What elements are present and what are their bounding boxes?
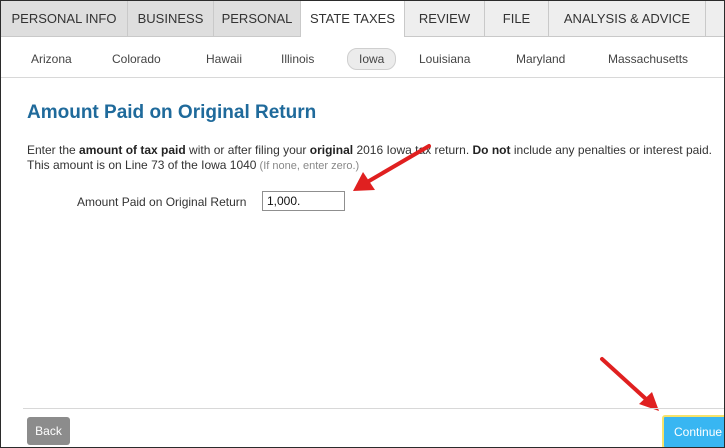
state-tab-illinois[interactable]: Illinois <box>281 49 314 69</box>
intro-hint: (If none, enter zero.) <box>256 160 360 172</box>
state-tab-colorado[interactable]: Colorado <box>112 49 161 69</box>
tab-analysis-advice[interactable]: Analysis & Advice <box>549 1 706 36</box>
intro-text: Enter the amount of tax paid with or aft… <box>27 143 724 174</box>
intro-text-part: with or after filing your <box>185 143 310 157</box>
tab-personal[interactable]: Personal <box>214 1 301 36</box>
amount-paid-label: Amount Paid on Original Return <box>77 195 247 209</box>
state-tab-maryland[interactable]: Maryland <box>516 49 565 69</box>
page-title: Amount Paid on Original Return <box>27 102 317 123</box>
state-tab-massachusetts[interactable]: Massachusetts <box>608 49 688 69</box>
intro-text-part: 2016 Iowa tax return. <box>353 143 473 157</box>
footer-divider <box>23 408 724 409</box>
arrow-to-continue-icon <box>600 357 659 411</box>
state-tabs: Arizona Colorado Hawaii Illinois Iowa Lo… <box>1 37 724 78</box>
main-nav-tabs: Personal Info Business Personal State Ta… <box>1 1 724 37</box>
back-button[interactable]: Back <box>27 417 70 445</box>
state-tab-arizona[interactable]: Arizona <box>31 49 72 69</box>
continue-button[interactable]: Continue <box>662 415 724 447</box>
tab-personal-info[interactable]: Personal Info <box>1 1 128 36</box>
tab-file[interactable]: File <box>485 1 549 36</box>
tab-state-taxes[interactable]: State Taxes <box>301 1 405 37</box>
intro-emphasis: original <box>309 143 354 157</box>
tab-business[interactable]: Business <box>128 1 214 36</box>
tax-interview-window: Personal Info Business Personal State Ta… <box>0 0 725 448</box>
tab-review[interactable]: Review <box>405 1 485 36</box>
state-tab-iowa[interactable]: Iowa <box>347 48 397 70</box>
state-tab-louisiana[interactable]: Louisiana <box>419 49 470 69</box>
state-tab-hawaii[interactable]: Hawaii <box>206 49 242 69</box>
intro-text-part: Enter the <box>27 143 80 157</box>
intro-emphasis: amount of tax paid <box>79 143 186 157</box>
intro-emphasis: Do not <box>472 143 511 157</box>
amount-paid-input[interactable] <box>262 191 345 211</box>
